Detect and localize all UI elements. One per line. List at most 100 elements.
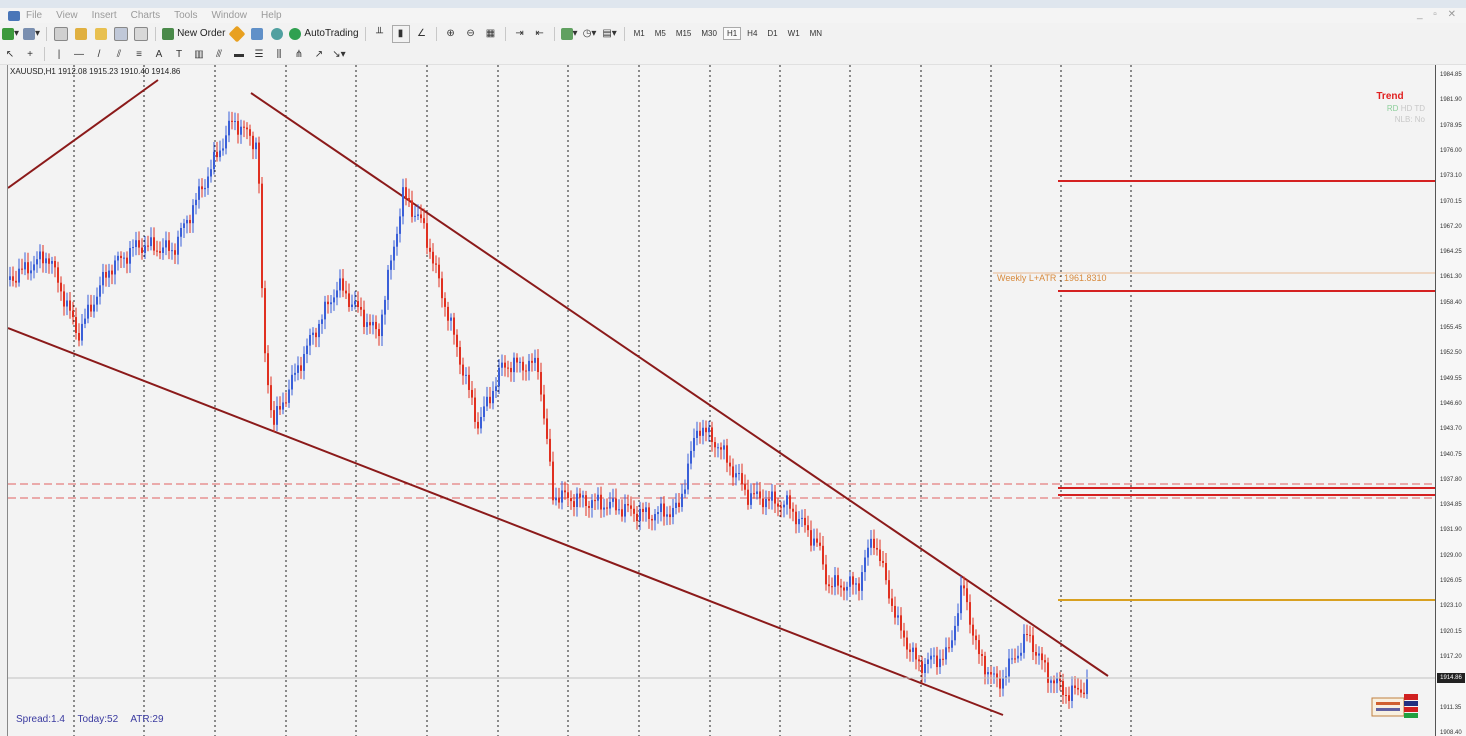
timeframe-m5[interactable]: M5 <box>651 27 670 40</box>
timeframe-mn[interactable]: MN <box>806 27 826 40</box>
candle-body <box>405 187 407 198</box>
new-chart-icon[interactable]: ▾ <box>2 26 19 42</box>
candle-body <box>375 321 377 330</box>
candle-body <box>705 427 707 433</box>
signals-icon[interactable] <box>249 26 265 42</box>
candle-body <box>432 251 434 264</box>
cursor-icon[interactable]: ↖ <box>2 46 18 62</box>
tile-windows-icon[interactable]: ▦ <box>483 26 499 42</box>
menu-window[interactable]: Window <box>211 10 247 21</box>
indicators-icon[interactable]: ▾ <box>560 26 578 42</box>
candle-body <box>291 374 293 390</box>
menu-charts[interactable]: Charts <box>131 10 160 21</box>
cycle-lines-icon[interactable]: ⫻ <box>211 46 227 62</box>
candle-body <box>900 615 902 631</box>
trendline-icon[interactable]: / <box>91 46 107 62</box>
candle-body <box>315 332 317 338</box>
candle-body <box>129 248 131 264</box>
candle-body <box>393 246 395 261</box>
candle-body <box>537 357 539 373</box>
candlestick-icon[interactable]: ▮ <box>391 24 410 43</box>
candle-body <box>450 317 452 321</box>
candle-body <box>867 547 869 558</box>
pitchfork-icon[interactable]: ⋔ <box>291 46 307 62</box>
candle-body <box>327 301 329 305</box>
candle-body <box>576 493 578 507</box>
fibo-fan-icon[interactable]: ☰ <box>251 46 267 62</box>
autotrading-button[interactable]: AutoTrading <box>289 26 359 42</box>
auto-scroll-icon[interactable]: ⇥ <box>512 26 528 42</box>
text-icon[interactable]: A <box>151 46 167 62</box>
timeframe-m15[interactable]: M15 <box>672 27 696 40</box>
gann-icon[interactable]: ▥ <box>191 46 207 62</box>
candle-body <box>651 518 653 521</box>
candle-body <box>690 450 692 464</box>
crosshair-icon[interactable]: + <box>22 46 38 62</box>
metaeditor-icon[interactable] <box>228 25 246 42</box>
price-axis-label: 1967.20 <box>1440 223 1462 230</box>
terminal-icon[interactable] <box>113 26 129 42</box>
market-icon[interactable] <box>269 26 285 42</box>
candle-body <box>750 493 752 505</box>
candle-body <box>1050 680 1052 683</box>
candle-body <box>135 240 137 248</box>
equidistant-channel-icon[interactable]: ⫽ <box>111 46 127 62</box>
bar-chart-icon[interactable]: ╨ <box>372 26 388 42</box>
zoom-in-icon[interactable]: ⊕ <box>443 26 459 42</box>
line-chart-icon[interactable]: ∠ <box>414 26 430 42</box>
timeframe-h1[interactable]: H1 <box>722 27 742 40</box>
candle-body <box>1020 652 1022 656</box>
menu-file[interactable]: File <box>26 10 42 21</box>
candle-body <box>333 297 335 303</box>
candle-body <box>570 498 572 502</box>
candle-body <box>210 169 212 177</box>
price-axis-label: 1940.75 <box>1440 451 1462 458</box>
timeframe-m1[interactable]: M1 <box>630 27 649 40</box>
candle-body <box>177 236 179 255</box>
rectangle-icon[interactable]: ▬ <box>231 46 247 62</box>
horizontal-line-icon[interactable]: — <box>71 46 87 62</box>
candle-body <box>252 135 254 150</box>
more-tools-icon[interactable]: ↘▾ <box>331 46 347 62</box>
strategy-tester-icon[interactable] <box>133 26 149 42</box>
new-order-button[interactable]: New Order <box>162 26 225 42</box>
candle-body <box>774 491 776 504</box>
menu-help[interactable]: Help <box>261 10 282 21</box>
text-label-icon[interactable]: T <box>171 46 187 62</box>
fibo-arcs-icon[interactable]: ⫼ <box>271 46 287 62</box>
trend-panel: Trend RD HD TD NLB: No <box>1355 91 1425 124</box>
zoom-out-icon[interactable]: ⊖ <box>463 26 479 42</box>
candle-body <box>1002 678 1004 689</box>
candle-body <box>813 538 815 546</box>
data-window-icon[interactable] <box>73 26 89 42</box>
menu-insert[interactable]: Insert <box>92 10 117 21</box>
candle-body <box>354 301 356 305</box>
fibonacci-icon[interactable]: ≡ <box>131 46 147 62</box>
price-axis-label: 1931.90 <box>1440 527 1462 534</box>
market-watch-icon[interactable] <box>53 26 69 42</box>
candle-body <box>180 228 182 237</box>
window-controls-icon[interactable]: _ ▫ ✕ <box>1417 9 1460 20</box>
timeframe-m30[interactable]: M30 <box>697 27 721 40</box>
templates-icon[interactable]: ▤▾ <box>602 26 618 42</box>
window-titlebar <box>0 0 1466 8</box>
candle-body <box>873 538 875 549</box>
timeframe-h4[interactable]: H4 <box>743 27 761 40</box>
periods-icon[interactable]: ◷▾ <box>582 26 598 42</box>
chart-canvas[interactable] <box>7 65 1436 736</box>
arrow-tools-icon[interactable]: ↗ <box>311 46 327 62</box>
candle-body <box>1026 633 1028 635</box>
candle-body <box>642 508 644 512</box>
timeframe-w1[interactable]: W1 <box>784 27 804 40</box>
profiles-icon[interactable]: ▾ <box>23 26 40 42</box>
menu-tools[interactable]: Tools <box>174 10 197 21</box>
timeframe-d1[interactable]: D1 <box>763 27 781 40</box>
candle-body <box>441 278 443 299</box>
price-chart[interactable] <box>8 65 1436 736</box>
vertical-line-icon[interactable]: | <box>51 46 67 62</box>
menu-view[interactable]: View <box>56 10 78 21</box>
navigator-icon[interactable] <box>93 26 109 42</box>
chart-shift-icon[interactable]: ⇤ <box>532 26 548 42</box>
candle-body <box>195 199 197 206</box>
price-axis-label: 1970.15 <box>1440 198 1462 205</box>
